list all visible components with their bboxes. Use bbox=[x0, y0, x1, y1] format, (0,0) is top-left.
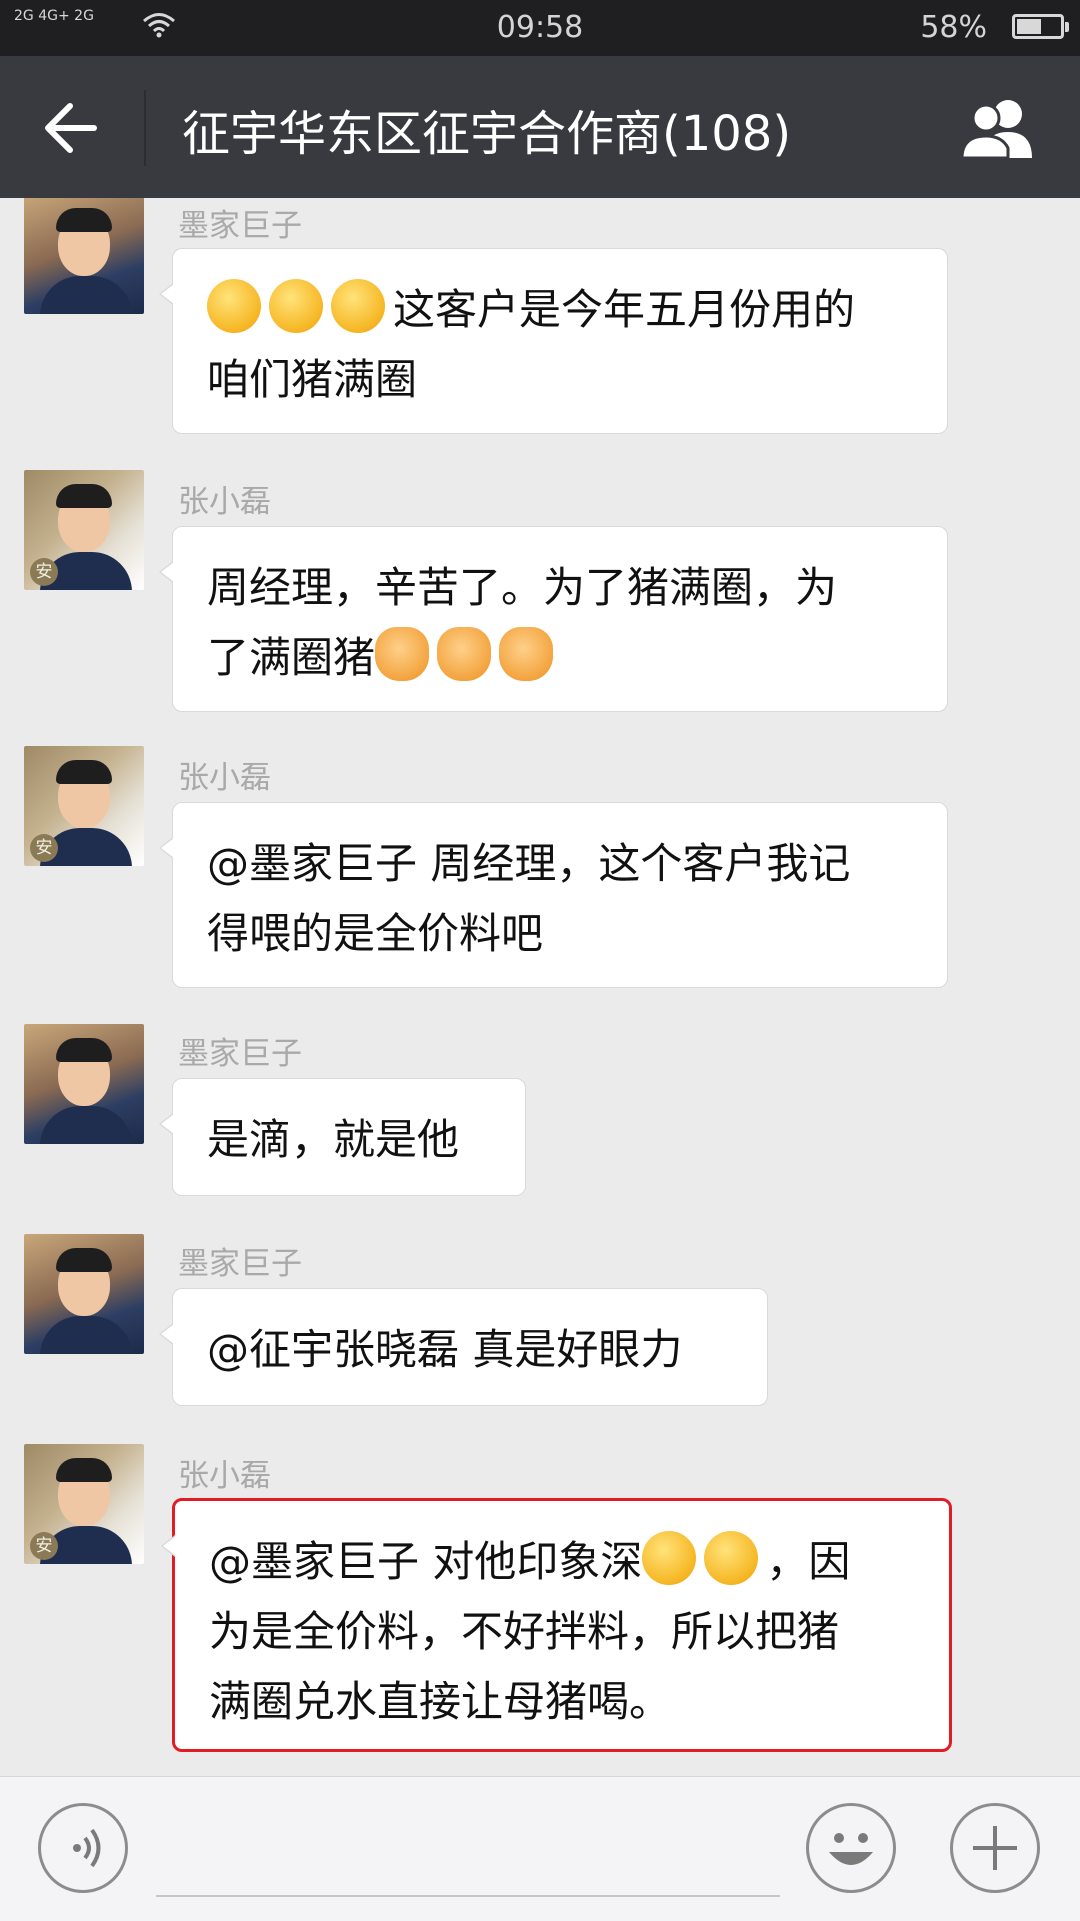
plus-icon bbox=[973, 1826, 1017, 1870]
message-bubble[interactable]: 这客户是今年五月份用的 咱们猪满圈 bbox=[159, 248, 948, 434]
avatar-mojiajuzi[interactable] bbox=[24, 198, 144, 314]
smiley-icon bbox=[829, 1833, 873, 1865]
message-bubble[interactable]: 是滴，就是他 bbox=[159, 1078, 526, 1196]
message-bubble[interactable]: @墨家巨子 周经理，这个客户我记 得喂的是全价料吧 bbox=[159, 802, 948, 988]
grinning-emoji bbox=[642, 1531, 697, 1585]
battery-icon bbox=[1012, 14, 1069, 39]
message-text: @征宇张晓磊 真是好眼力 bbox=[207, 1325, 683, 1374]
message-text: 这客户是今年五月份用的 bbox=[393, 285, 856, 334]
status-bar: 2G 4G+ 2G 09:58 58% bbox=[0, 0, 1080, 56]
message-text: 得喂的是全价料吧 bbox=[207, 909, 544, 958]
avatar-zhangxiaolei[interactable]: 安 bbox=[24, 746, 144, 866]
message-bubble[interactable]: 周经理，辛苦了。为了猪满圈，为 了满圈猪 bbox=[159, 526, 948, 712]
header-divider bbox=[144, 90, 146, 166]
sender-name: 张小磊 bbox=[178, 1458, 271, 1494]
message-text: 周经理，辛苦了。为了猪满圈，为 bbox=[207, 563, 838, 612]
message-line: 这客户是今年五月份用的 bbox=[207, 275, 915, 345]
voice-icon bbox=[73, 1828, 101, 1868]
avatar-badge: 安 bbox=[30, 834, 58, 862]
message-input[interactable] bbox=[156, 1895, 780, 1897]
back-arrow-icon[interactable] bbox=[40, 100, 100, 156]
message-bubble-highlighted[interactable]: @墨家巨子 对他印象深 ，因 为是全价料，不好拌料，所以把猪 满圈兑水直接让母猪喝… bbox=[161, 1498, 952, 1752]
message-text: @墨家巨子 周经理，这个客户我记 bbox=[207, 839, 851, 888]
fist-emoji bbox=[437, 627, 492, 681]
fist-emoji bbox=[499, 627, 554, 681]
input-bar bbox=[0, 1776, 1080, 1921]
chat-title: 征宇华东区征宇合作商(108) bbox=[182, 106, 792, 162]
winking-tongue-emoji bbox=[331, 279, 385, 333]
avatar-zhangxiaolei[interactable]: 安 bbox=[24, 1444, 144, 1564]
message-text: 咱们猪满圈 bbox=[207, 355, 418, 404]
message-line: @墨家巨子 对他印象深 ，因 bbox=[209, 1527, 917, 1597]
emoji-button[interactable] bbox=[806, 1803, 896, 1893]
grinning-emoji bbox=[704, 1531, 759, 1585]
message-text: ，因 bbox=[766, 1537, 851, 1586]
group-members-icon[interactable] bbox=[958, 96, 1040, 160]
message-bubble[interactable]: @征宇张晓磊 真是好眼力 bbox=[159, 1288, 768, 1406]
message-text: 是滴，就是他 bbox=[207, 1115, 460, 1164]
battery-percent: 58% bbox=[920, 10, 987, 45]
voice-input-button[interactable] bbox=[38, 1803, 128, 1893]
more-options-button[interactable] bbox=[950, 1803, 1040, 1893]
avatar-zhangxiaolei[interactable]: 安 bbox=[24, 470, 144, 590]
avatar-mojiajuzi[interactable] bbox=[24, 1234, 144, 1354]
clock: 09:58 bbox=[496, 10, 584, 45]
sender-name: 墨家巨子 bbox=[178, 1036, 302, 1072]
message-text: 为是全价料，不好拌料，所以把猪 bbox=[209, 1607, 840, 1656]
message-list[interactable]: 墨家巨子 这客户是今年五月份用的 咱们猪满圈 安 张小磊 周经理，辛苦了。为了猪… bbox=[0, 198, 1080, 1778]
sender-name: 张小磊 bbox=[178, 760, 271, 796]
message-text: 了满圈猪 bbox=[207, 633, 376, 682]
winking-tongue-emoji bbox=[269, 279, 323, 333]
avatar-badge: 安 bbox=[30, 1532, 58, 1560]
avatar-badge: 安 bbox=[30, 558, 58, 586]
fist-emoji bbox=[375, 627, 430, 681]
avatar-mojiajuzi[interactable] bbox=[24, 1024, 144, 1144]
sender-name: 墨家巨子 bbox=[178, 208, 302, 244]
message-text: @墨家巨子 对他印象深 bbox=[209, 1537, 643, 1586]
sender-name: 张小磊 bbox=[178, 484, 271, 520]
message-text: 满圈兑水直接让母猪喝。 bbox=[209, 1677, 672, 1726]
sender-name: 墨家巨子 bbox=[178, 1246, 302, 1282]
chat-header: 征宇华东区征宇合作商(108) bbox=[0, 56, 1080, 198]
winking-tongue-emoji bbox=[207, 279, 261, 333]
message-line: 了满圈猪 bbox=[207, 623, 915, 693]
